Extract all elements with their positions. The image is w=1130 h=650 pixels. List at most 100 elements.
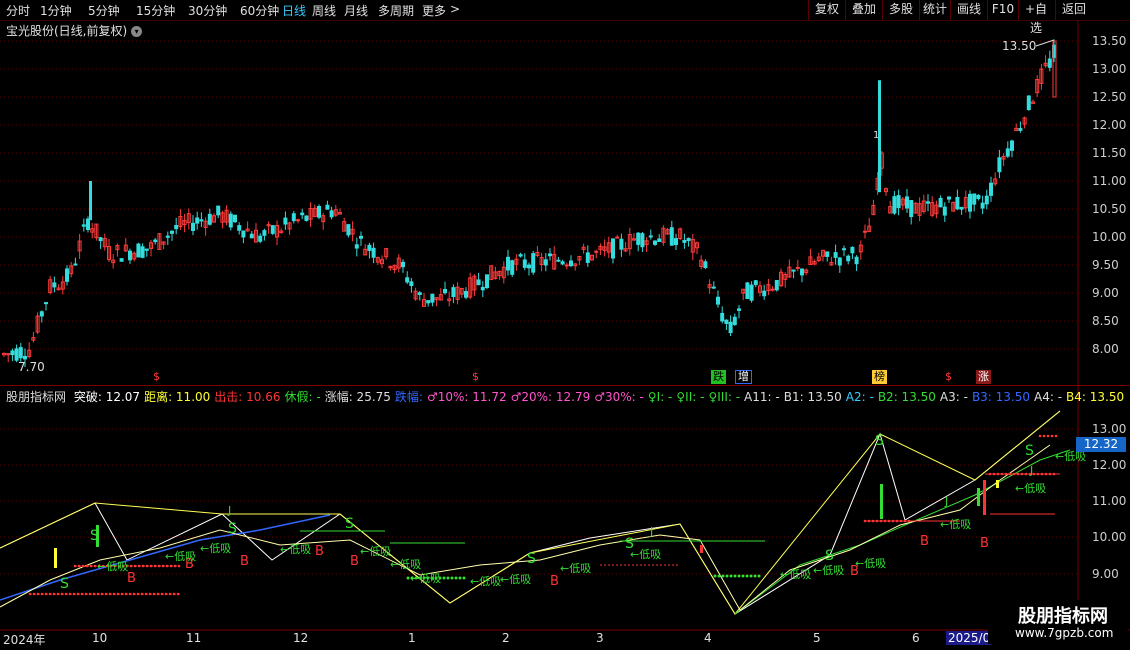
indicator-tick: 12.00 [1092, 458, 1127, 472]
candle-body [560, 261, 565, 265]
indicator-field: B3: 13.50 [971, 390, 1031, 404]
event-badge[interactable]: $ [151, 370, 162, 384]
dot [867, 519, 871, 523]
indicator-name[interactable]: 股朋指标网 [6, 390, 66, 404]
candle-body [531, 253, 536, 273]
watermark-url: www.7gpzb.com [1015, 626, 1114, 640]
indicator-field: ♂30%: - [594, 390, 644, 404]
dot [161, 564, 165, 568]
dot [1046, 434, 1050, 438]
dot [1052, 472, 1056, 476]
candle-body [136, 243, 141, 258]
buy-signal: B [240, 554, 249, 569]
dot [137, 564, 141, 568]
dot [76, 592, 80, 596]
event-badge[interactable]: $ [943, 370, 954, 384]
price-tick: 12.00 [1092, 118, 1127, 132]
candle-body [762, 290, 767, 297]
event-badge[interactable]: 跌 [711, 370, 726, 384]
spike-label: 1 [873, 130, 879, 141]
event-badge[interactable]: 涨 [976, 370, 991, 384]
candle-body [716, 296, 720, 305]
low-suck-label: ←低吸 [940, 518, 971, 531]
dot [1054, 434, 1058, 438]
dot [887, 519, 891, 523]
candle-body [615, 236, 620, 239]
dot [56, 592, 60, 596]
dot [1048, 472, 1052, 476]
pane-separator[interactable] [0, 385, 1130, 386]
price-tick: 9.50 [1092, 258, 1119, 272]
dot [741, 574, 745, 578]
event-badge[interactable]: 增 [735, 370, 752, 384]
candle-body [854, 256, 859, 265]
candle-body [241, 230, 246, 238]
dot [745, 574, 749, 578]
kline-chart[interactable]: BB BBBBBB BSSS SSSSSS←低吸←低吸←低吸 ←低吸 ←低吸←低吸←低吸 ←… [0, 0, 1130, 650]
dot [72, 592, 76, 596]
candle-body [846, 255, 851, 262]
candle-body [81, 224, 86, 227]
candle-body [1005, 148, 1010, 157]
buy-signal: B [315, 544, 324, 559]
grid-lines [0, 40, 1078, 575]
dot [753, 574, 757, 578]
low-suck-label: ←低吸 [560, 562, 591, 575]
sell-signal: S [228, 521, 237, 537]
candle-body [317, 206, 321, 218]
candle-body [140, 246, 145, 258]
candle-body [648, 235, 653, 238]
dot [903, 519, 907, 523]
dot [164, 592, 168, 596]
indicator-tick: 10.00 [1092, 530, 1127, 544]
event-badge[interactable]: $ [470, 370, 481, 384]
indicator-field: B2: 13.50 [877, 390, 936, 404]
high-label: 13.50 [1002, 39, 1036, 53]
candle-body [195, 217, 200, 224]
dot [1016, 472, 1020, 476]
candle-body [510, 260, 515, 275]
indicator-field: A4: - [1034, 390, 1063, 404]
candle-body [409, 281, 414, 286]
dot [145, 564, 149, 568]
indicator-field: 跌幅: [394, 390, 423, 404]
dot [112, 592, 116, 596]
signal-bar [700, 545, 703, 553]
candle-body [619, 238, 624, 250]
candle-body [291, 213, 296, 222]
dot [144, 592, 148, 596]
candle-body [249, 233, 254, 239]
candle-body [569, 260, 573, 267]
candle-body [485, 274, 489, 289]
dot [129, 564, 133, 568]
candle-body [426, 300, 431, 304]
candle-body [527, 264, 531, 269]
candle-body [98, 237, 103, 242]
candle-body [984, 195, 989, 205]
candle-body [795, 266, 800, 269]
low-suck-label: ←低吸 [97, 560, 128, 573]
event-badge[interactable]: 榜 [872, 370, 887, 384]
dot [721, 574, 725, 578]
candlesticks [2, 39, 1057, 368]
dot [80, 592, 84, 596]
low-suck-label: ←低吸 [165, 550, 196, 563]
dot [81, 564, 85, 568]
candle-body [636, 232, 641, 245]
candle-body [405, 277, 410, 283]
candle-body [1010, 140, 1014, 151]
dot [64, 592, 68, 596]
candle-body [216, 205, 221, 216]
signal-bar [996, 480, 999, 488]
dot [104, 592, 108, 596]
dot [148, 592, 152, 596]
indicator-field: 涨幅: 25.75 [324, 390, 391, 404]
candle-body [745, 282, 750, 300]
indicator-tick: 11.00 [1092, 494, 1127, 508]
price-tick: 10.50 [1092, 202, 1127, 216]
dot [450, 576, 454, 580]
time-tick: 10 [92, 631, 108, 645]
candle-body [480, 286, 485, 291]
candle-body [464, 291, 468, 298]
dot [996, 472, 1000, 476]
